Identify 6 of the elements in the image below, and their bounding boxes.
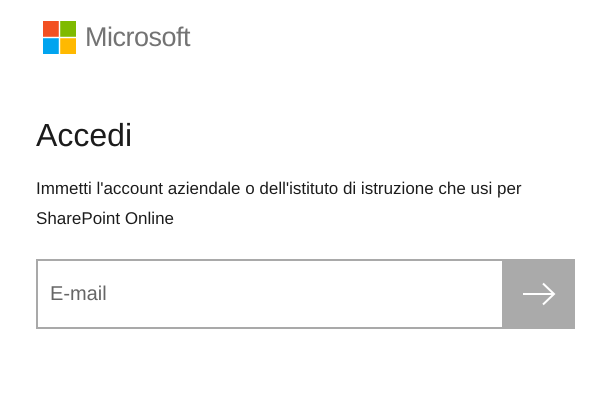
microsoft-logo-icon <box>43 20 76 54</box>
instructions-text: Immetti l'account aziendale o dell'istituto di istruzione che usi per SharePoint Online <box>36 178 523 230</box>
arrow-right-icon <box>522 282 556 306</box>
page-title: Accedi <box>36 116 134 154</box>
email-field[interactable]: E-mail <box>36 259 502 330</box>
brand-name: Microsoft <box>85 24 190 50</box>
